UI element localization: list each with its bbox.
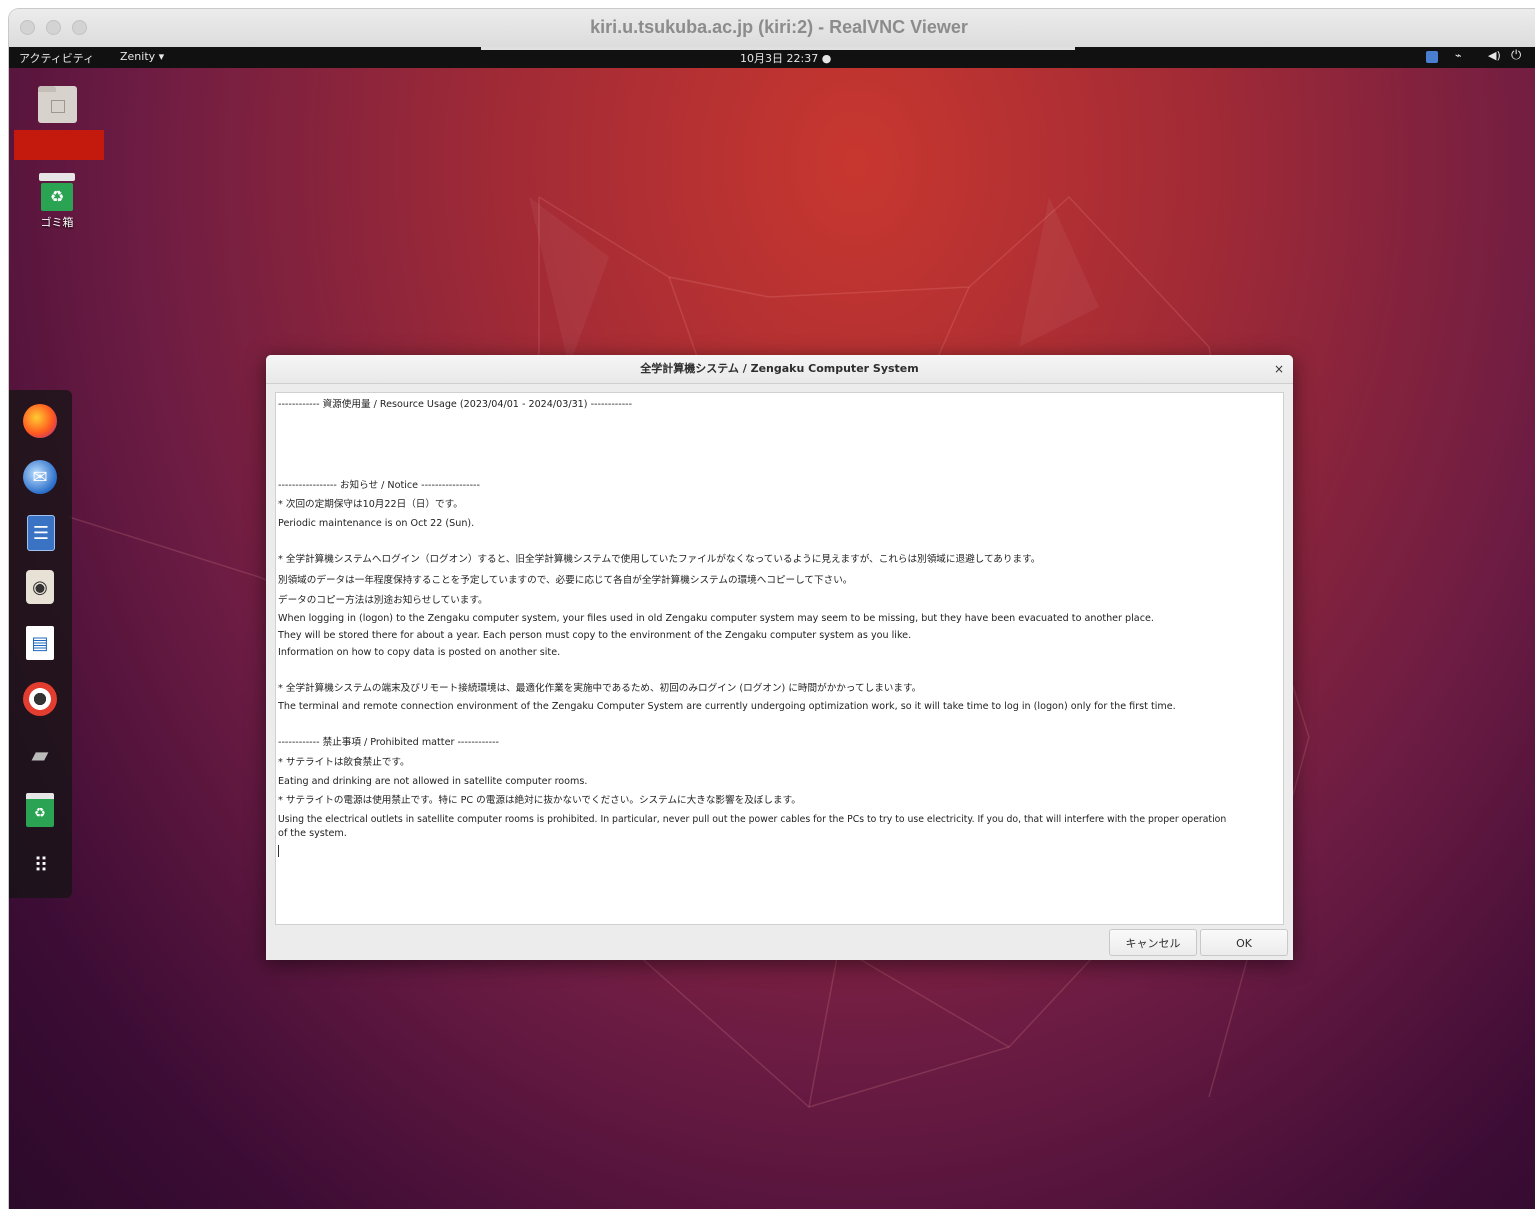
ok-button[interactable]: OK (1200, 929, 1288, 956)
writer-icon[interactable]: ▤ (26, 626, 54, 660)
text-line: Using the electrical outlets in satellit… (278, 814, 1227, 825)
dialog-title: 全学計算機システム / Zengaku Computer System (266, 355, 1293, 384)
home-folder-label-redacted (14, 130, 104, 160)
text-line: The terminal and remote connection envir… (278, 701, 1176, 712)
dialog-close-button[interactable]: × (1274, 355, 1284, 383)
text-line: * 全学計算機システムの端末及びリモート接続環境は、最適化作業を実施中であるため… (278, 683, 922, 694)
network-icon[interactable]: ⌁ (1455, 49, 1462, 62)
home-folder-icon[interactable] (37, 86, 77, 123)
help-icon[interactable] (23, 682, 57, 716)
trash-label: ゴミ箱 (40, 216, 74, 229)
vnc-titlebar: kiri.u.tsukuba.ac.jp (kiri:2) - RealVNC … (9, 9, 1535, 48)
text-line: Eating and drinking are not allowed in s… (278, 776, 588, 787)
zenity-app-menu[interactable]: Zenity ▾ (120, 50, 164, 63)
power-icon[interactable]: ⏻ (1511, 48, 1521, 63)
text-line: of the system. (278, 828, 347, 839)
text-cursor (278, 845, 279, 857)
text-line: * 全学計算機システムへログイン（ログオン）すると、旧全学計算機システムで使用し… (278, 554, 1041, 565)
clock[interactable]: 10月3日 22:37 ● (740, 50, 831, 66)
topbar-highlight (481, 47, 1075, 50)
files-icon[interactable]: ☰ (27, 515, 55, 551)
activities-button[interactable]: アクティビティ (19, 50, 94, 66)
dock: ✉ ☰ ◉ ▤ ▰ ♻ ⠿ (9, 390, 72, 898)
text-line: ------------ 禁止事項 / Prohibited matter --… (278, 737, 500, 748)
desktop: アクティビティ Zenity ▾ 10月3日 22:37 ● ⌁ ◀) ⏻ ♻ … (9, 47, 1535, 1209)
usb-drive-icon[interactable]: ▰ (23, 738, 57, 772)
firefox-icon[interactable] (23, 404, 57, 438)
zenity-dialog: 全学計算機システム / Zengaku Computer System × --… (266, 355, 1293, 960)
app-grid-icon[interactable]: ⠿ (23, 848, 57, 882)
volume-icon[interactable]: ◀) (1488, 49, 1501, 62)
text-line: Information on how to copy data is poste… (278, 647, 561, 658)
text-line: ------------ 資源使用量 / Resource Usage (202… (278, 399, 633, 410)
vnc-window: kiri.u.tsukuba.ac.jp (kiri:2) - RealVNC … (9, 9, 1535, 1209)
window-title: kiri.u.tsukuba.ac.jp (kiri:2) - RealVNC … (590, 17, 968, 37)
trash-desktop-icon[interactable]: ♻ ゴミ箱 (37, 173, 77, 230)
text-line: Periodic maintenance is on Oct 22 (Sun). (278, 518, 475, 529)
text-line: * サテライトの電源は使用禁止です。特に PC の電源は絶対に抜かないでください… (278, 795, 801, 806)
text-line: When logging in (logon) to the Zengaku c… (278, 613, 1154, 624)
text-line: 別領域のデータは一年程度保持することを予定していますので、必要に応じて各自が全学… (278, 575, 853, 586)
gnome-top-bar: アクティビティ Zenity ▾ 10月3日 22:37 ● ⌁ ◀) ⏻ (9, 47, 1535, 68)
trash-icon[interactable]: ♻ (26, 793, 54, 827)
thunderbird-icon[interactable]: ✉ (23, 460, 57, 494)
rhythmbox-icon[interactable]: ◉ (26, 570, 54, 604)
text-line: * サテライトは飲食禁止です。 (278, 757, 410, 768)
text-line: ----------------- お知らせ / Notice --------… (278, 480, 480, 491)
text-line: They will be stored there for about a ye… (278, 630, 912, 641)
notice-text-area[interactable]: ------------ 資源使用量 / Resource Usage (202… (275, 392, 1284, 925)
text-line: * 次回の定期保守は10月22日（日）です。 (278, 499, 463, 510)
vnc-indicator-icon[interactable] (1426, 51, 1438, 63)
cancel-button[interactable]: キャンセル (1109, 929, 1197, 956)
text-line: データのコピー方法は別途お知らせしています。 (278, 595, 488, 606)
